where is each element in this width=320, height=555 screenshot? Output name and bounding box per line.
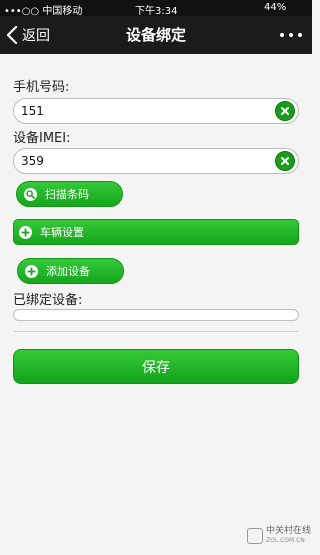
bound-devices-list[interactable]	[13, 309, 299, 321]
clear-imei-button[interactable]	[275, 151, 295, 171]
vehicle-settings-button[interactable]: 车辆设置	[13, 219, 299, 245]
more-dot-icon	[289, 33, 293, 37]
imei-value: 359	[21, 154, 44, 168]
close-icon	[281, 107, 289, 115]
vehicle-settings-label: 车辆设置	[40, 226, 84, 239]
scan-barcode-label: 扫描条码	[45, 188, 89, 201]
save-button[interactable]: 保存	[13, 349, 299, 384]
bound-devices-label: 已绑定设备:	[13, 293, 83, 308]
status-bar: •••○○ 中国移动 下午3:34 44%	[0, 0, 312, 17]
phone-label: 手机号码:	[13, 80, 70, 95]
carrier-label: •••○○ 中国移动	[4, 6, 83, 17]
plus-icon	[25, 264, 38, 278]
watermark-name: 中关村在线	[266, 526, 312, 536]
clock: 下午3:34	[135, 6, 178, 17]
scan-barcode-button[interactable]: 扫描条码	[16, 181, 123, 207]
close-icon	[281, 157, 289, 165]
imei-field[interactable]: 359	[13, 148, 299, 174]
add-device-button[interactable]: 添加设备	[17, 258, 124, 284]
divider	[13, 331, 299, 332]
zol-logo-icon	[247, 527, 263, 544]
watermark: 中关村在线 ZOL.COM.CN	[247, 527, 311, 544]
search-icon	[24, 187, 37, 201]
more-dot-icon	[280, 33, 284, 37]
nav-bar: 返回 设备绑定	[0, 16, 312, 54]
page-title: 设备绑定	[125, 26, 186, 44]
more-menu-button[interactable]	[280, 25, 302, 45]
phone-field[interactable]: 151	[13, 98, 299, 124]
clear-phone-button[interactable]	[275, 101, 295, 121]
imei-label: 设备IMEI:	[13, 131, 71, 146]
watermark-url: ZOL.COM.CN	[266, 537, 305, 544]
add-device-label: 添加设备	[46, 265, 90, 278]
phone-value: 151	[21, 104, 44, 118]
more-dot-icon	[298, 33, 302, 37]
battery-level: 44%	[264, 2, 287, 13]
plus-icon	[19, 225, 32, 239]
